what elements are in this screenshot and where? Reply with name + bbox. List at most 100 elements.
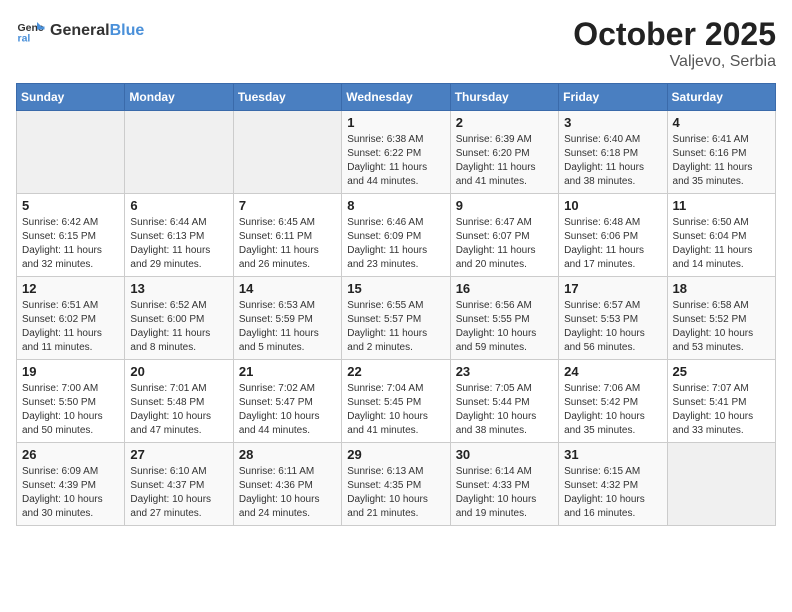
day-number: 12	[22, 281, 119, 296]
col-sunday: Sunday	[17, 84, 125, 111]
day-number: 17	[564, 281, 661, 296]
day-info: Sunrise: 6:47 AMSunset: 6:07 PMDaylight:…	[456, 216, 553, 272]
table-row	[233, 111, 341, 194]
day-number: 5	[22, 198, 119, 213]
day-number: 18	[673, 281, 770, 296]
calendar-week-row: 5 Sunrise: 6:42 AMSunset: 6:15 PMDaylight…	[17, 194, 776, 277]
table-row: 13 Sunrise: 6:52 AMSunset: 6:00 PMDayligh…	[125, 277, 233, 360]
day-info: Sunrise: 6:44 AMSunset: 6:13 PMDaylight:…	[130, 216, 227, 272]
month-title: October 2025 Valjevo, Serbia	[573, 16, 776, 71]
calendar-table: Sunday Monday Tuesday Wednesday Thursday…	[16, 83, 776, 526]
day-info: Sunrise: 6:58 AMSunset: 5:52 PMDaylight:…	[673, 299, 770, 355]
day-number: 8	[347, 198, 444, 213]
day-info: Sunrise: 7:02 AMSunset: 5:47 PMDaylight:…	[239, 382, 336, 438]
table-row: 5 Sunrise: 6:42 AMSunset: 6:15 PMDaylight…	[17, 194, 125, 277]
col-thursday: Thursday	[450, 84, 558, 111]
col-saturday: Saturday	[667, 84, 775, 111]
table-row: 12 Sunrise: 6:51 AMSunset: 6:02 PMDayligh…	[17, 277, 125, 360]
table-row: 26 Sunrise: 6:09 AMSunset: 4:39 PMDayligh…	[17, 443, 125, 526]
page-header: Gene ral GeneralBlue October 2025 Valjev…	[16, 16, 776, 71]
day-info: Sunrise: 7:06 AMSunset: 5:42 PMDaylight:…	[564, 382, 661, 438]
day-number: 19	[22, 364, 119, 379]
day-info: Sunrise: 6:40 AMSunset: 6:18 PMDaylight:…	[564, 133, 661, 189]
col-tuesday: Tuesday	[233, 84, 341, 111]
day-number: 29	[347, 447, 444, 462]
day-number: 13	[130, 281, 227, 296]
table-row: 8 Sunrise: 6:46 AMSunset: 6:09 PMDaylight…	[342, 194, 450, 277]
day-info: Sunrise: 6:55 AMSunset: 5:57 PMDaylight:…	[347, 299, 444, 355]
day-number: 25	[673, 364, 770, 379]
table-row: 23Sunrise: 7:05 AMSunset: 5:44 PMDayligh…	[450, 360, 558, 443]
logo: Gene ral GeneralBlue	[16, 16, 144, 46]
table-row: 4 Sunrise: 6:41 AMSunset: 6:16 PMDaylight…	[667, 111, 775, 194]
day-info: Sunrise: 7:00 AMSunset: 5:50 PMDaylight:…	[22, 382, 119, 438]
calendar-week-row: 12 Sunrise: 6:51 AMSunset: 6:02 PMDayligh…	[17, 277, 776, 360]
day-info: Sunrise: 6:52 AMSunset: 6:00 PMDaylight:…	[130, 299, 227, 355]
calendar-week-row: 19 Sunrise: 7:00 AMSunset: 5:50 PMDayligh…	[17, 360, 776, 443]
table-row	[17, 111, 125, 194]
day-info: Sunrise: 6:45 AMSunset: 6:11 PMDaylight:…	[239, 216, 336, 272]
table-row: 29 Sunrise: 6:13 AMSunset: 4:35 PMDayligh…	[342, 443, 450, 526]
day-info: Sunrise: 6:38 AMSunset: 6:22 PMDaylight:…	[347, 133, 444, 189]
day-info: Sunrise: 6:56 AMSunset: 5:55 PMDaylight:…	[456, 299, 553, 355]
day-info: Sunrise: 6:39 AMSunset: 6:20 PMDaylight:…	[456, 133, 553, 189]
day-info: Sunrise: 6:48 AMSunset: 6:06 PMDaylight:…	[564, 216, 661, 272]
month-year: October 2025	[573, 16, 776, 53]
day-info: Sunrise: 6:09 AMSunset: 4:39 PMDaylight:…	[22, 465, 119, 521]
day-number: 21	[239, 364, 336, 379]
day-number: 24	[564, 364, 661, 379]
table-row: 2 Sunrise: 6:39 AMSunset: 6:20 PMDaylight…	[450, 111, 558, 194]
day-number: 6	[130, 198, 227, 213]
col-friday: Friday	[559, 84, 667, 111]
day-number: 2	[456, 115, 553, 130]
day-info: Sunrise: 7:04 AMSunset: 5:45 PMDaylight:…	[347, 382, 444, 438]
day-number: 27	[130, 447, 227, 462]
day-number: 20	[130, 364, 227, 379]
day-number: 31	[564, 447, 661, 462]
table-row: 3 Sunrise: 6:40 AMSunset: 6:18 PMDaylight…	[559, 111, 667, 194]
day-number: 30	[456, 447, 553, 462]
table-row: 27Sunrise: 6:10 AMSunset: 4:37 PMDayligh…	[125, 443, 233, 526]
day-info: Sunrise: 6:57 AMSunset: 5:53 PMDaylight:…	[564, 299, 661, 355]
svg-text:ral: ral	[18, 33, 31, 45]
day-info: Sunrise: 6:41 AMSunset: 6:16 PMDaylight:…	[673, 133, 770, 189]
day-info: Sunrise: 7:07 AMSunset: 5:41 PMDaylight:…	[673, 382, 770, 438]
logo-text-blue: Blue	[110, 22, 145, 39]
day-info: Sunrise: 6:42 AMSunset: 6:15 PMDaylight:…	[22, 216, 119, 272]
day-info: Sunrise: 6:14 AMSunset: 4:33 PMDaylight:…	[456, 465, 553, 521]
day-number: 22	[347, 364, 444, 379]
table-row: 1Sunrise: 6:38 AMSunset: 6:22 PMDaylight…	[342, 111, 450, 194]
table-row: 7 Sunrise: 6:45 AMSunset: 6:11 PMDaylight…	[233, 194, 341, 277]
day-number: 4	[673, 115, 770, 130]
col-wednesday: Wednesday	[342, 84, 450, 111]
day-number: 28	[239, 447, 336, 462]
day-info: Sunrise: 6:46 AMSunset: 6:09 PMDaylight:…	[347, 216, 444, 272]
day-info: Sunrise: 6:51 AMSunset: 6:02 PMDaylight:…	[22, 299, 119, 355]
table-row: 10 Sunrise: 6:48 AMSunset: 6:06 PMDayligh…	[559, 194, 667, 277]
table-row	[667, 443, 775, 526]
col-monday: Monday	[125, 84, 233, 111]
table-row: 24 Sunrise: 7:06 AMSunset: 5:42 PMDayligh…	[559, 360, 667, 443]
table-row: 14Sunrise: 6:53 AMSunset: 5:59 PMDayligh…	[233, 277, 341, 360]
day-number: 7	[239, 198, 336, 213]
table-row: 19 Sunrise: 7:00 AMSunset: 5:50 PMDayligh…	[17, 360, 125, 443]
logo-icon: Gene ral	[16, 16, 46, 46]
day-number: 3	[564, 115, 661, 130]
table-row	[125, 111, 233, 194]
day-number: 10	[564, 198, 661, 213]
table-row: 16Sunrise: 6:56 AMSunset: 5:55 PMDayligh…	[450, 277, 558, 360]
day-info: Sunrise: 7:05 AMSunset: 5:44 PMDaylight:…	[456, 382, 553, 438]
table-row: 28Sunrise: 6:11 AMSunset: 4:36 PMDayligh…	[233, 443, 341, 526]
table-row: 25 Sunrise: 7:07 AMSunset: 5:41 PMDayligh…	[667, 360, 775, 443]
table-row: 22 Sunrise: 7:04 AMSunset: 5:45 PMDayligh…	[342, 360, 450, 443]
day-info: Sunrise: 6:53 AMSunset: 5:59 PMDaylight:…	[239, 299, 336, 355]
day-info: Sunrise: 6:13 AMSunset: 4:35 PMDaylight:…	[347, 465, 444, 521]
location: Valjevo, Serbia	[573, 53, 776, 71]
day-number: 15	[347, 281, 444, 296]
table-row: 21 Sunrise: 7:02 AMSunset: 5:47 PMDayligh…	[233, 360, 341, 443]
calendar-week-row: 1Sunrise: 6:38 AMSunset: 6:22 PMDaylight…	[17, 111, 776, 194]
table-row: 15 Sunrise: 6:55 AMSunset: 5:57 PMDayligh…	[342, 277, 450, 360]
day-info: Sunrise: 6:15 AMSunset: 4:32 PMDaylight:…	[564, 465, 661, 521]
day-number: 11	[673, 198, 770, 213]
day-number: 26	[22, 447, 119, 462]
